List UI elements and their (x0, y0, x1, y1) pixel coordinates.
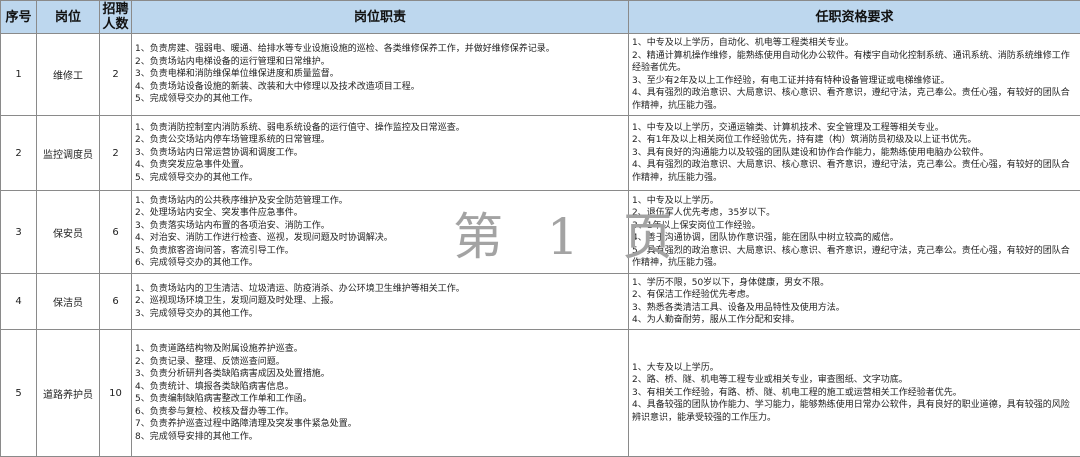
duty-line: 5、负责编制缺陷病害整改工作单和工作函。 (135, 393, 625, 406)
requirement-line: 5、具有强烈的政治意识、大局意识、核心意识、看齐意识，遵纪守法，克己奉公。责任心… (632, 245, 1077, 270)
requirement-line: 4、具备较强的团队协作能力、学习能力，能够熟练使用日常办公软件，具有良好的职业道… (632, 399, 1077, 424)
row-position: 道路养护员 (37, 330, 100, 457)
duty-line: 2、巡视现场环境卫生，发现问题及时处理、上报。 (135, 295, 625, 308)
requirement-line: 3、熟悉各类清洁工具、设备及用品特性及使用方法。 (632, 302, 1077, 315)
requirement-line: 3、至少有2年及以上工作经验，有电工证并持有特种设备管理证或电梯维修证。 (632, 75, 1077, 88)
header-seq: 序号 (1, 1, 37, 34)
requirement-line: 2、精通计算机操作维修，能熟练使用自动化办公软件。有楼宇自动化控制系统、通讯系统… (632, 50, 1077, 75)
row-recruit-count: 2 (100, 34, 132, 116)
duty-line: 6、负责参与复检、校核及督办等工作。 (135, 406, 625, 419)
duty-line: 3、完成领导交办的其他工作。 (135, 308, 625, 321)
duty-line: 3、负责落实场站内布置的各项治安、消防工作。 (135, 220, 625, 233)
header-row: 序号 岗位 招聘人数 岗位职责 任职资格要求 (1, 1, 1080, 34)
row-duties: 1、负责房建、强弱电、暖通、给排水等专业设施设施的巡检、各类维修保养工作，并做好… (132, 34, 629, 116)
row-seq: 5 (1, 330, 37, 457)
requirement-line: 2、有1年及以上相关岗位工作经验优先，持有建（构）筑消防员初级及以上证书优先。 (632, 134, 1077, 147)
requirement-line: 2、退伍军人优先考虑，35岁以下。 (632, 207, 1077, 220)
header-recruit-count: 招聘人数 (100, 1, 132, 34)
duty-line: 8、完成领导安排的其他工作。 (135, 431, 625, 444)
header-requirements: 任职资格要求 (629, 1, 1080, 34)
duty-line: 3、负责分析研判各类缺陷病害成因及处置措施。 (135, 368, 625, 381)
requirement-line: 2、有保洁工作经验优先考虑。 (632, 289, 1077, 302)
requirement-line: 3、具有良好的沟通能力以及较强的团队建设和协作合作能力，能熟练使用电脑办公软件。 (632, 147, 1077, 160)
duty-line: 4、负责统计、填报各类缺陷病害信息。 (135, 381, 625, 394)
duty-line: 2、处理场站内安全、突发事件应急事件。 (135, 207, 625, 220)
duty-line: 1、负责房建、强弱电、暖通、给排水等专业设施设施的巡检、各类维修保养工作，并做好… (135, 43, 625, 56)
duty-line: 6、完成领导交办的其他工作。 (135, 257, 625, 270)
duty-line: 2、负责场站内电梯设备的运行管理和日常维护。 (135, 56, 625, 69)
duty-line: 3、负责电梯和消防维保单位维保进度和质量监督。 (135, 68, 625, 81)
table-row: 3保安员61、负责场站内的公共秩序维护及安全防范管理工作。2、处理场站内安全、突… (1, 191, 1080, 274)
row-position: 监控调度员 (37, 116, 100, 191)
duty-line: 7、负责养护巡查过程中路障清理及突发事件紧急处置。 (135, 418, 625, 431)
duty-line: 1、负责场站内的卫生清洁、垃圾清运、防疫消杀、办公环境卫生维护等相关工作。 (135, 283, 625, 296)
row-duties: 1、负责场站内的公共秩序维护及安全防范管理工作。2、处理场站内安全、突发事件应急… (132, 191, 629, 274)
requirement-line: 3、有相关工作经验，有路、桥、隧、机电工程的施工或运营相关工作经验者优先。 (632, 387, 1077, 400)
row-seq: 1 (1, 34, 37, 116)
duty-line: 1、负责道路结构物及附属设施养护巡查。 (135, 343, 625, 356)
table-body: 1维修工21、负责房建、强弱电、暖通、给排水等专业设施设施的巡检、各类维修保养工… (1, 34, 1080, 457)
table-row: 1维修工21、负责房建、强弱电、暖通、给排水等专业设施设施的巡检、各类维修保养工… (1, 34, 1080, 116)
row-position: 保安员 (37, 191, 100, 274)
duty-line: 4、负责场站设备设施的新装、改装和大中修理以及技术改造项目工程。 (135, 81, 625, 94)
table-row: 5道路养护员101、负责道路结构物及附属设施养护巡查。2、负责记录、整理、反馈巡… (1, 330, 1080, 457)
duty-line: 4、对治安、消防工作进行检查、巡视，发现问题及时协调解决。 (135, 232, 625, 245)
row-recruit-count: 2 (100, 116, 132, 191)
requirement-line: 2、路、桥、隧、机电等工程专业或相关专业，审查图纸、文字功底。 (632, 374, 1077, 387)
row-seq: 2 (1, 116, 37, 191)
recruitment-table: 序号 岗位 招聘人数 岗位职责 任职资格要求 1维修工21、负责房建、强弱电、暖… (0, 0, 1080, 457)
header-position: 岗位 (37, 1, 100, 34)
table-row: 4保洁员61、负责场站内的卫生清洁、垃圾清运、防疫消杀、办公环境卫生维护等相关工… (1, 274, 1080, 330)
row-requirements: 1、中专及以上学历。2、退伍军人优先考虑，35岁以下。3、1年以上保安岗位工作经… (629, 191, 1080, 274)
duty-line: 4、负责突发应急事件处置。 (135, 159, 625, 172)
requirement-line: 3、1年以上保安岗位工作经验。 (632, 220, 1077, 233)
row-recruit-count: 10 (100, 330, 132, 457)
requirement-line: 1、大专及以上学历。 (632, 362, 1077, 375)
row-requirements: 1、大专及以上学历。2、路、桥、隧、机电等工程专业或相关专业，审查图纸、文字功底… (629, 330, 1080, 457)
duty-line: 5、完成领导交办的其他工作。 (135, 172, 625, 185)
row-duties: 1、负责场站内的卫生清洁、垃圾清运、防疫消杀、办公环境卫生维护等相关工作。2、巡… (132, 274, 629, 330)
row-requirements: 1、中专及以上学历，自动化、机电等工程类相关专业。2、精通计算机操作维修，能熟练… (629, 34, 1080, 116)
requirement-line: 1、中专及以上学历，交通运输类、计算机技术、安全管理及工程等相关专业。 (632, 122, 1077, 135)
header-duties: 岗位职责 (132, 1, 629, 34)
duty-line: 2、负责公交场站内停车场管理系统的日常管理。 (135, 134, 625, 147)
requirement-line: 4、具有强烈的政治意识、大局意识、核心意识、看齐意识，遵纪守法，克己奉公。责任心… (632, 87, 1077, 112)
requirement-line: 4、为人勤奋耐劳，服从工作分配和安排。 (632, 314, 1077, 327)
duty-line: 1、负责场站内的公共秩序维护及安全防范管理工作。 (135, 195, 625, 208)
row-requirements: 1、中专及以上学历，交通运输类、计算机技术、安全管理及工程等相关专业。2、有1年… (629, 116, 1080, 191)
duty-line: 2、负责记录、整理、反馈巡查问题。 (135, 356, 625, 369)
duty-line: 3、负责场站内日常运营协调和调度工作。 (135, 147, 625, 160)
row-position: 保洁员 (37, 274, 100, 330)
row-seq: 4 (1, 274, 37, 330)
duty-line: 5、完成领导交办的其他工作。 (135, 93, 625, 106)
requirement-line: 1、中专及以上学历，自动化、机电等工程类相关专业。 (632, 37, 1077, 50)
requirement-line: 4、具有强烈的政治意识、大局意识、核心意识、看齐意识，遵纪守法，克己奉公。责任心… (632, 159, 1077, 184)
row-duties: 1、负责消防控制室内消防系统、弱电系统设备的运行值守、操作监控及日常巡查。2、负… (132, 116, 629, 191)
row-recruit-count: 6 (100, 274, 132, 330)
row-position: 维修工 (37, 34, 100, 116)
requirement-line: 1、中专及以上学历。 (632, 195, 1077, 208)
row-requirements: 1、学历不限，50岁以下，身体健康，男女不限。2、有保洁工作经验优先考虑。3、熟… (629, 274, 1080, 330)
duty-line: 1、负责消防控制室内消防系统、弱电系统设备的运行值守、操作监控及日常巡查。 (135, 122, 625, 135)
table-row: 2监控调度员21、负责消防控制室内消防系统、弱电系统设备的运行值守、操作监控及日… (1, 116, 1080, 191)
row-seq: 3 (1, 191, 37, 274)
requirement-line: 1、学历不限，50岁以下，身体健康，男女不限。 (632, 277, 1077, 290)
row-recruit-count: 6 (100, 191, 132, 274)
requirement-line: 4、善于沟通协调，团队协作意识强，能在团队中树立较高的威信。 (632, 232, 1077, 245)
duty-line: 5、负责旅客咨询问答，客流引导工作。 (135, 245, 625, 258)
row-duties: 1、负责道路结构物及附属设施养护巡查。2、负责记录、整理、反馈巡查问题。3、负责… (132, 330, 629, 457)
